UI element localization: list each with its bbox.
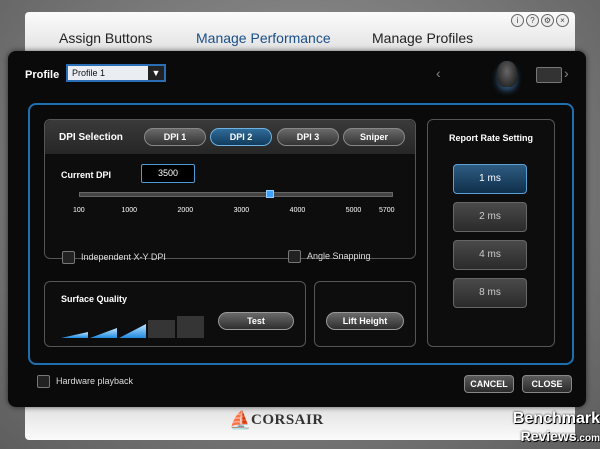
dpi-tick-label: 5700 [379,207,395,214]
tab-manage-profiles[interactable]: Manage Profiles [372,30,473,46]
chevron-right-icon[interactable]: › [564,65,569,81]
test-button[interactable]: Test [218,312,294,330]
keyboard-device-icon[interactable] [536,67,562,83]
hardware-playback-checkbox[interactable] [37,375,50,388]
dpi-tick-label: 4000 [289,207,306,214]
watermark-line1: Benchmark [512,410,600,427]
profile-dropdown[interactable]: Profile 1 ▼ [66,64,166,82]
profile-label: Profile [25,69,60,81]
dpi-tick-label: 3000 [233,207,250,214]
dpi-slider-thumb[interactable] [265,190,274,198]
info-icon[interactable]: i [511,14,524,27]
settings-icon[interactable]: ⚙ [541,14,554,27]
chevron-left-icon[interactable]: ‹ [436,65,441,81]
cancel-button[interactable]: CANCEL [464,375,514,393]
rate-2ms-button[interactable]: 2 ms [453,202,527,232]
rate-1ms-button[interactable]: 1 ms [453,164,527,194]
lift-height-group: Lift Height [314,281,416,347]
sniper-button[interactable]: Sniper [343,128,405,146]
settings-container: DPI Selection DPI 1 DPI 2 DPI 3 Sniper C… [28,103,574,365]
benchmark-reviews-watermark: Benchmark Reviews.com [497,410,600,447]
tab-manage-performance[interactable]: Manage Performance [196,30,331,46]
report-rate-label: Report Rate Setting [448,133,533,143]
dpi-1-button[interactable]: DPI 1 [144,128,206,146]
watermark-site: Reviews [520,428,577,444]
quality-bar [61,332,88,338]
logo-text: CORSAIR [251,412,324,428]
dpi-slider-track[interactable] [79,192,393,197]
surface-quality-label: Surface Quality [61,294,128,304]
surface-quality-group: Surface Quality Test [44,281,306,347]
report-rate-group: Report Rate Setting 1 ms 2 ms 4 ms 8 ms [427,119,555,347]
mouse-device-icon[interactable] [497,61,517,87]
watermark-line2: Reviews.com [497,428,600,447]
main-panel: Profile Profile 1 ▼ ‹ › DPI Selection DP… [8,51,586,407]
dpi-tick-label: 1000 [121,207,138,214]
hardware-playback-label: Hardware playback [56,376,134,386]
profile-selected: Profile 1 [72,68,106,78]
chevron-down-icon[interactable]: ▼ [148,66,164,80]
dpi-tick-label: 5000 [345,207,362,214]
lift-height-button[interactable]: Lift Height [326,312,404,330]
independent-xy-checkbox[interactable] [62,251,75,264]
dpi-selection-label: DPI Selection [59,132,123,143]
help-icon[interactable]: ? [526,14,539,27]
quality-bar [119,324,146,338]
dpi-tick-label: 2000 [177,207,194,214]
angle-snapping-checkbox[interactable] [288,250,301,263]
corsair-sails-icon: ⛵ [229,410,252,430]
angle-snapping-label: Angle Snapping [307,251,371,261]
close-button[interactable]: CLOSE [522,375,572,393]
independent-xy-label: Independent X-Y DPI [81,252,166,262]
dpi-2-button[interactable]: DPI 2 [210,128,272,146]
corsair-logo: ⛵ CORSAIR [229,410,324,430]
rate-4ms-button[interactable]: 4 ms [453,240,527,270]
tab-assign-buttons[interactable]: Assign Buttons [59,30,152,46]
current-dpi-field[interactable]: 3500 [141,164,195,183]
dpi-group: DPI Selection DPI 1 DPI 2 DPI 3 Sniper C… [44,119,416,264]
quality-bar [177,316,204,338]
current-dpi-label: Current DPI [61,170,112,180]
dpi-tick-label: 100 [73,207,85,214]
watermark-domain: .com [576,433,600,444]
close-icon[interactable]: × [556,14,569,27]
quality-bar [90,328,117,338]
quality-bar [148,320,175,338]
rate-8ms-button[interactable]: 8 ms [453,278,527,308]
dpi-3-button[interactable]: DPI 3 [277,128,339,146]
